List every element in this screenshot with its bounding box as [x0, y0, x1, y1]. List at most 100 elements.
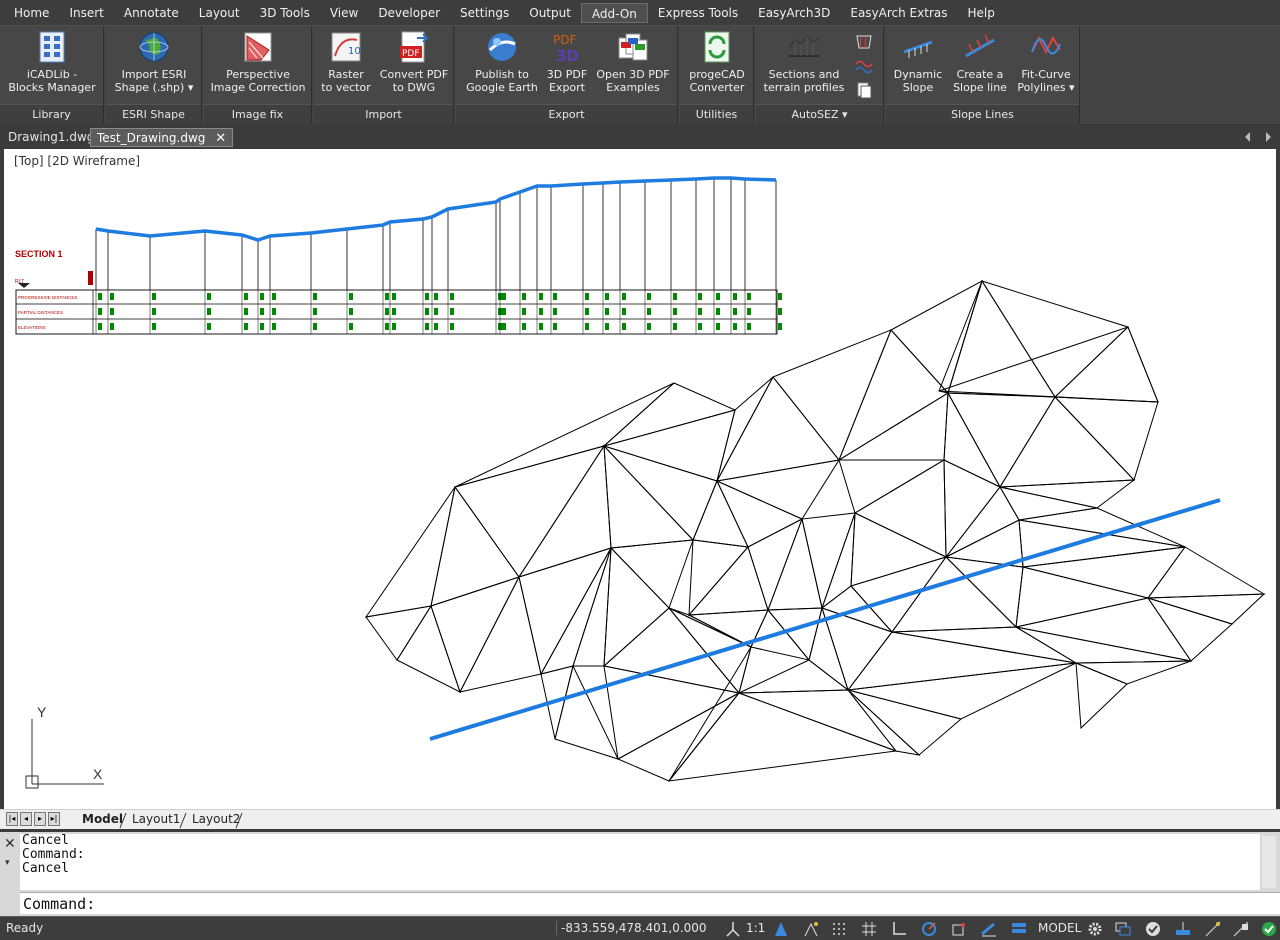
document-stack-icon[interactable]	[854, 80, 874, 100]
quick-properties-icon[interactable]	[1232, 920, 1250, 938]
scroll-right-icon[interactable]	[1266, 132, 1271, 142]
scale-readout[interactable]: 1:1	[746, 921, 765, 935]
table-value-mark	[673, 323, 677, 330]
import-esri-button[interactable]: Import ESRI Shape (.shp) ▾	[110, 28, 198, 100]
3d-pdf-export-button[interactable]: PDF 3D 3D PDF Export	[544, 28, 590, 100]
table-value-mark	[778, 293, 782, 300]
tab-scroll-arrows[interactable]	[1244, 131, 1274, 143]
tab-settings[interactable]: Settings	[450, 3, 519, 23]
tab-developer[interactable]: Developer	[368, 3, 450, 23]
perspective-correction-button[interactable]: Perspective Image Correction	[208, 28, 308, 100]
table-value-mark	[522, 308, 526, 315]
pdf-examples-icon	[618, 33, 648, 61]
close-icon[interactable]: ✕	[215, 131, 226, 146]
properties-panel-icon[interactable]	[1010, 920, 1028, 938]
sections-label-2: terrain profiles	[763, 81, 845, 94]
table-value-mark	[747, 308, 751, 315]
table-value-mark	[425, 323, 429, 330]
gear-icon[interactable]	[1086, 920, 1104, 938]
tab-annotate[interactable]: Annotate	[114, 3, 189, 23]
section-line[interactable]	[429, 498, 1221, 741]
ortho-icon[interactable]	[890, 920, 908, 938]
drawing-canvas[interactable]: SECTION 1 RLT PROGRESSIVE DISTANCES PART…	[4, 149, 1276, 809]
polar-tracking-icon[interactable]	[920, 920, 938, 938]
tab-add-on[interactable]: Add-On	[580, 2, 648, 23]
table-value-mark	[392, 323, 396, 330]
grid-slope-icon[interactable]	[854, 32, 874, 52]
create-slope-line-button[interactable]: Create a Slope line	[948, 28, 1012, 100]
wave-icon[interactable]	[854, 56, 874, 76]
table-value-mark	[778, 323, 782, 330]
open-3d-pdf-examples-button[interactable]: Open 3D PDF Examples	[592, 28, 674, 100]
doc-tab-drawing1[interactable]: Drawing1.dwg	[2, 128, 100, 147]
create-slope-label-2: Slope line	[953, 81, 1007, 94]
table-value-mark	[605, 308, 609, 315]
command-input[interactable]: Command:	[20, 892, 1280, 914]
tab-view[interactable]: View	[320, 3, 368, 23]
command-scrollbar[interactable]	[1262, 836, 1276, 888]
drawing-svg: SECTION 1 RLT PROGRESSIVE DISTANCES PART…	[15, 176, 1266, 789]
status-ok-icon[interactable]	[1260, 920, 1278, 938]
grid-icon[interactable]	[860, 920, 878, 938]
clean-screen-icon[interactable]	[1144, 920, 1162, 938]
annotation-scale-icon[interactable]	[724, 920, 742, 938]
sections-terrain-profiles-button[interactable]: Sections and terrain profiles	[760, 28, 848, 100]
tin-triangle	[980, 280, 1129, 398]
model-space-toggle[interactable]: MODEL	[1038, 921, 1081, 935]
progecad-converter-button[interactable]: progeCAD Converter	[682, 28, 752, 100]
tab-insert[interactable]: Insert	[59, 3, 113, 23]
dynamic-input-icon[interactable]	[1174, 920, 1192, 938]
profile-station-lines	[95, 178, 777, 290]
tab-easyarch-extras[interactable]: EasyArch Extras	[840, 3, 957, 23]
table-value-mark	[392, 308, 396, 315]
object-snap-icon[interactable]	[950, 920, 968, 938]
blocks-manager-label-1: iCADLib -	[26, 68, 78, 81]
publish-google-earth-button[interactable]: Publish to Google Earth	[462, 28, 542, 100]
fit-curve-polylines-button[interactable]: Fit-Curve Polylines ▾	[1014, 28, 1078, 100]
table-value-mark	[244, 308, 248, 315]
doc-tab-test-drawing[interactable]: Test_Drawing.dwg ✕	[90, 128, 234, 147]
table-value-mark	[539, 323, 543, 330]
table-value-mark	[98, 323, 102, 330]
table-value-mark	[152, 308, 156, 315]
lineweight-icon[interactable]	[980, 920, 998, 938]
tab-3d-tools[interactable]: 3D Tools	[250, 3, 320, 23]
open-3d-pdf-label-1: Open 3D PDF	[596, 68, 670, 81]
table-value-mark	[272, 323, 276, 330]
convert-pdf-button[interactable]: PDF Convert PDF to DWG	[376, 28, 452, 100]
tin-triangle	[396, 604, 461, 694]
panel-autosez-title[interactable]: AutoSEZ ▾	[756, 104, 883, 124]
tab-express-tools[interactable]: Express Tools	[648, 3, 748, 23]
tab-layout[interactable]: Layout	[189, 3, 250, 23]
tab-easyarch3d[interactable]: EasyArch3D	[748, 3, 840, 23]
tin-triangle	[1018, 507, 1186, 548]
annotation-visibility-icon[interactable]	[772, 920, 790, 938]
table-value-mark	[152, 323, 156, 330]
selection-cycling-icon[interactable]	[1204, 920, 1222, 938]
tin-triangle	[943, 459, 1001, 559]
command-history: Cancel Command: Cancel	[20, 834, 1260, 890]
scroll-left-icon[interactable]	[1245, 132, 1250, 142]
tab-help[interactable]: Help	[958, 3, 1005, 23]
dynamic-slope-button[interactable]: Dynamic Slope	[890, 28, 946, 100]
raster-to-vector-button[interactable]: 10 Raster to vector	[318, 28, 374, 100]
status-ready: Ready	[6, 921, 44, 935]
snap-grid-icon[interactable]	[830, 920, 848, 938]
viewport-label[interactable]: [Top] [2D Wireframe]	[14, 154, 140, 168]
raster-label-1: Raster	[328, 68, 364, 81]
table-value-mark	[207, 308, 211, 315]
tab-output[interactable]: Output	[519, 3, 581, 23]
tin-triangle	[602, 409, 736, 482]
close-command-icon[interactable]: ✕	[4, 836, 16, 852]
tin-triangle	[667, 692, 897, 782]
3d-pdf-label-1: 3D PDF	[546, 68, 588, 81]
auto-scale-icon[interactable]	[802, 920, 820, 938]
tin-triangle	[890, 279, 983, 394]
sections-label-1: Sections and	[768, 68, 840, 81]
blocks-manager-button[interactable]: iCADLib - Blocks Manager	[6, 28, 98, 100]
tin-triangle	[938, 280, 983, 394]
tab-home[interactable]: Home	[4, 3, 59, 23]
panel-export-title: Export	[456, 104, 677, 124]
command-options-icon[interactable]: ▾	[5, 858, 10, 868]
workspace-icon[interactable]	[1114, 920, 1132, 938]
